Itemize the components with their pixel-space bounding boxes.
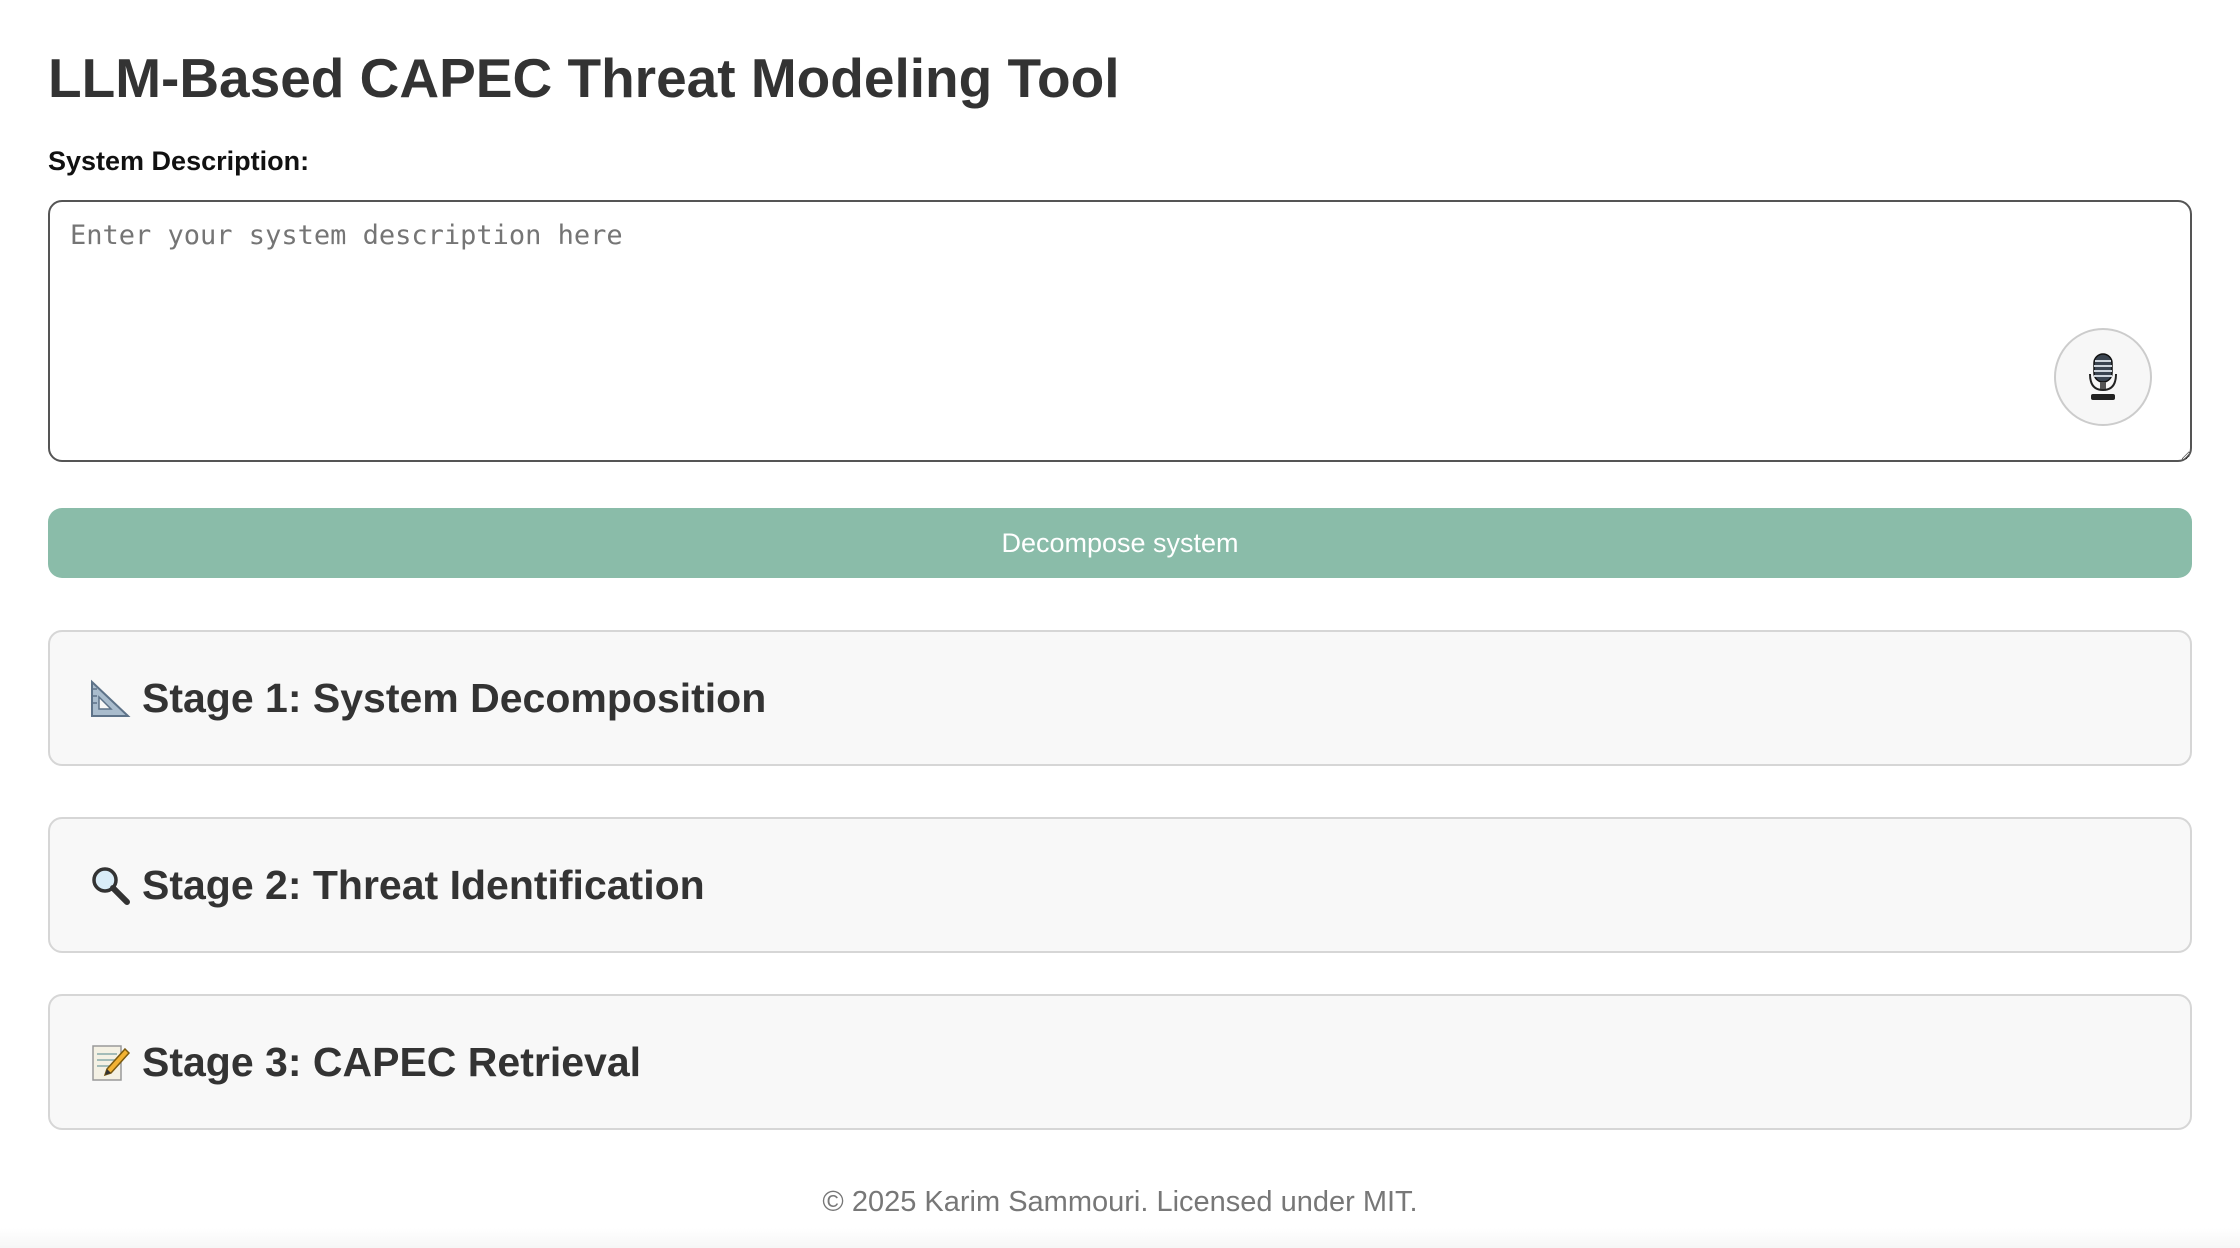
footer-divider	[0, 1228, 2240, 1248]
system-description-input[interactable]	[48, 200, 2192, 462]
system-description-label: System Description:	[48, 146, 310, 176]
page-title: LLM-Based CAPEC Threat Modeling Tool	[48, 47, 1120, 109]
microphone-icon	[2089, 353, 2117, 400]
voice-input-button[interactable]	[2054, 328, 2152, 426]
stage-3-title: Stage 3: CAPEC Retrieval	[142, 1038, 642, 1085]
page: LLM-Based CAPEC Threat Modeling Tool Sys…	[0, 0, 2240, 1248]
footer-copyright: © 2025 Karim Sammouri. Licensed under MI…	[822, 1186, 1418, 1218]
decompose-system-button[interactable]: Decompose system	[48, 508, 2192, 578]
system-description-wrapper	[48, 200, 2192, 462]
triangular-ruler-icon	[88, 676, 132, 720]
stage-1-title: Stage 1: System Decomposition	[142, 674, 767, 721]
magnifying-glass-icon	[88, 863, 132, 907]
stage-2-panel[interactable]: Stage 2: Threat Identification	[48, 817, 2192, 953]
stage-2-title: Stage 2: Threat Identification	[142, 861, 705, 908]
stage-3-panel[interactable]: Stage 3: CAPEC Retrieval	[48, 994, 2192, 1130]
memo-icon	[88, 1040, 132, 1084]
stage-1-panel[interactable]: Stage 1: System Decomposition	[48, 630, 2192, 766]
